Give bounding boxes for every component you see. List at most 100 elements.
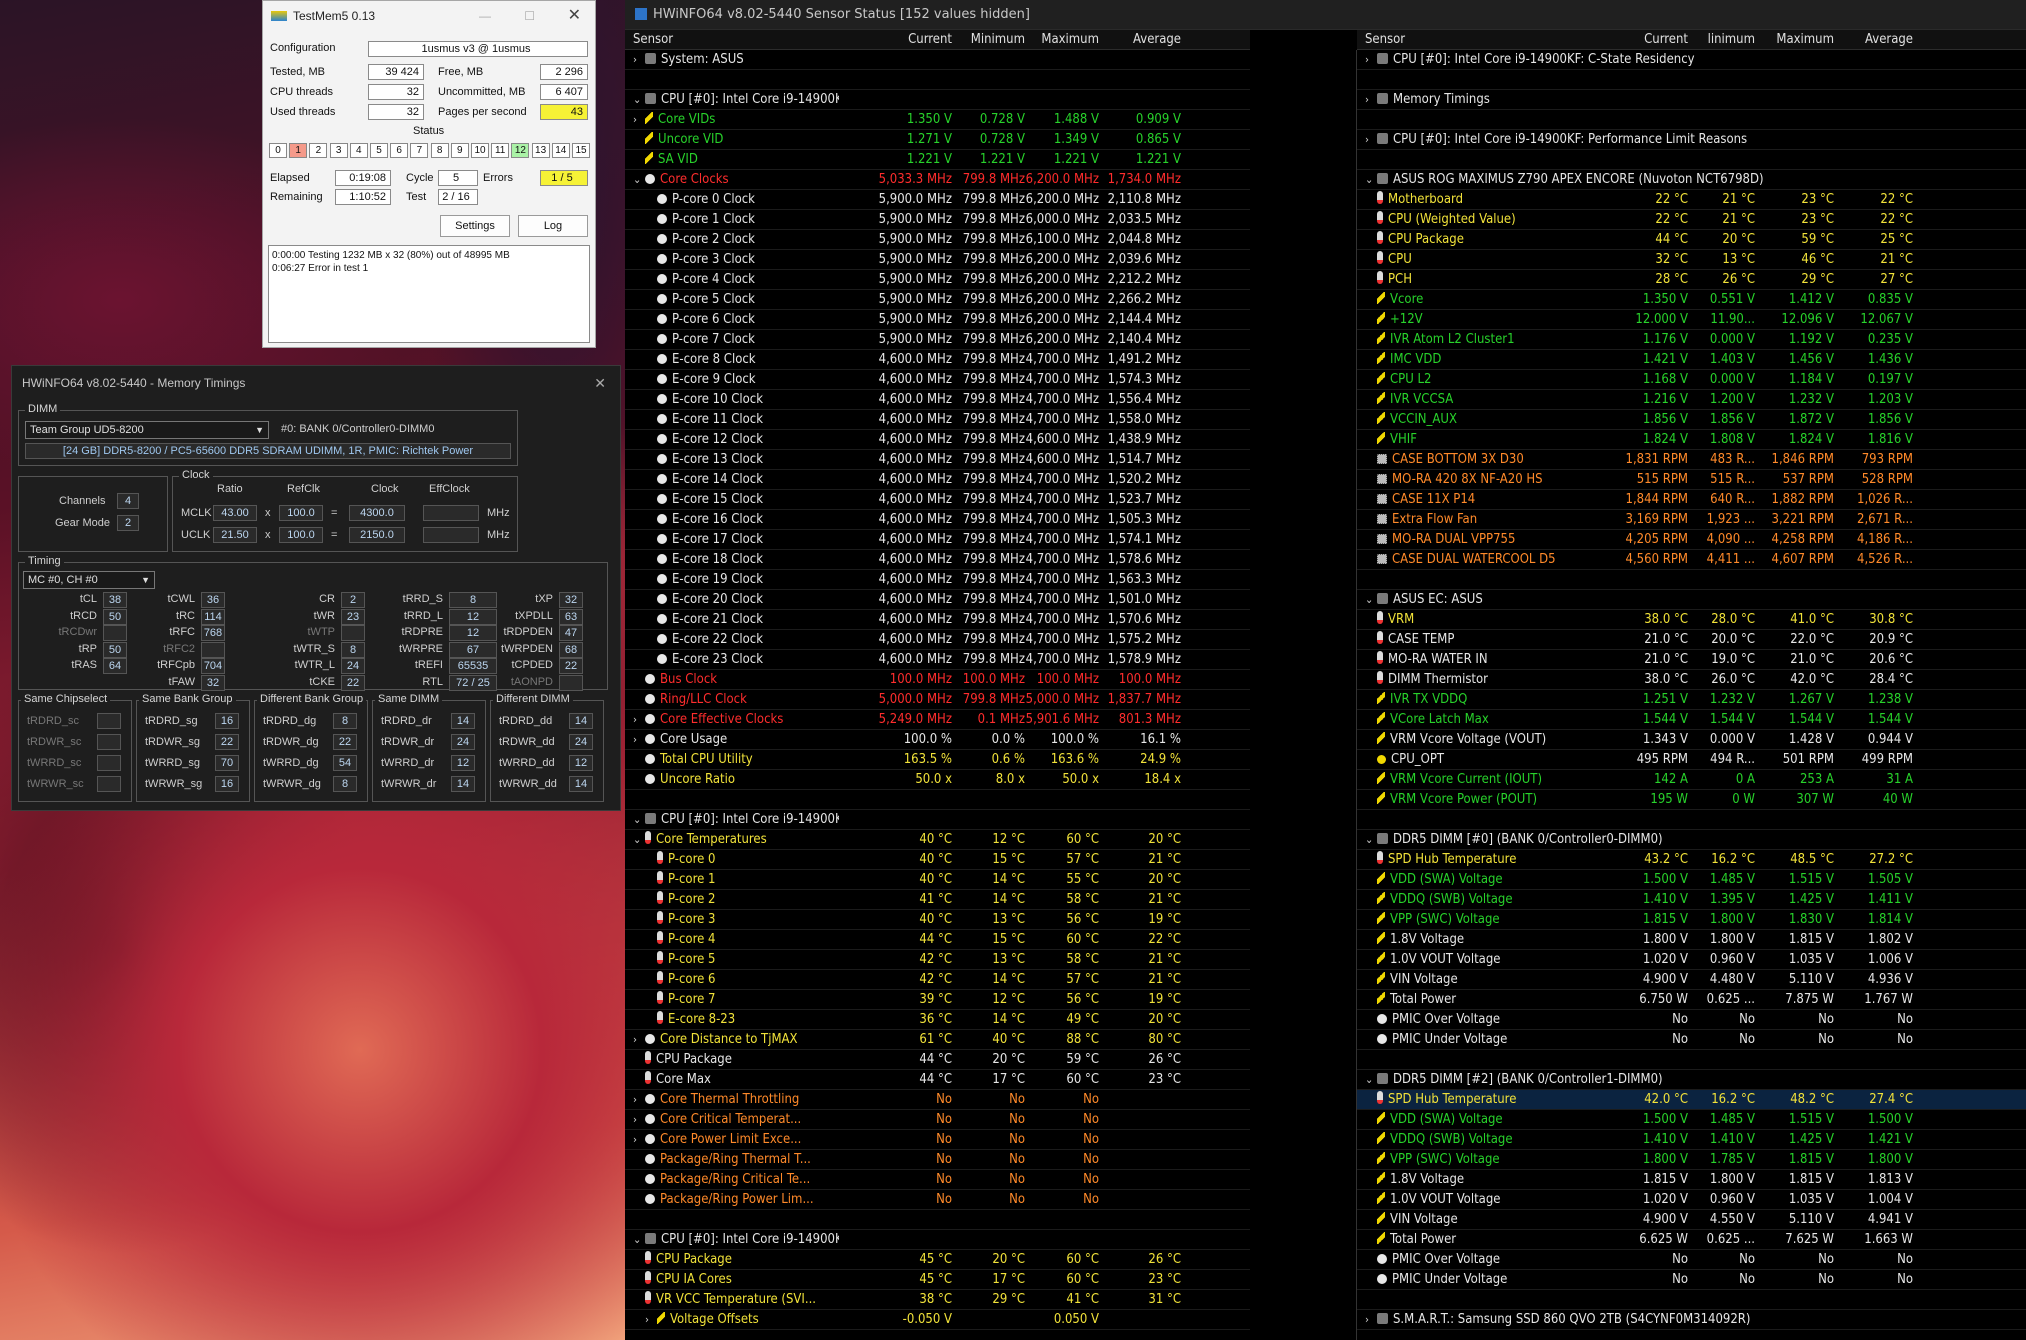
- sensor-section[interactable]: ⌄ CPU [#0]: Intel Core i9-14900KF: DTS: [625, 810, 1250, 830]
- sensor-row[interactable]: +12V 12.000 V 11.90... 12.096 V 12.067 V: [1357, 310, 2026, 330]
- expand-arrow-icon[interactable]: ›: [633, 1110, 645, 1130]
- settings-button[interactable]: Settings: [440, 215, 510, 237]
- expand-arrow-icon[interactable]: ›: [645, 1310, 657, 1330]
- sensor-section[interactable]: ⌄ CPU [#0]: Intel Core i9-14900KF: [625, 90, 1250, 110]
- sensor-row[interactable]: P-core 6 42 °C 14 °C 57 °C 21 °C: [625, 970, 1250, 990]
- sensor-row[interactable]: 1.8V Voltage 1.800 V 1.800 V 1.815 V 1.802 V: [1357, 930, 2026, 950]
- sensor-row[interactable]: Ring/LLC Clock 5,000.0 MHz 799.8 MHz 5,000.…: [625, 690, 1250, 710]
- sensor-row[interactable]: IVR VCCSA 1.216 V 1.200 V 1.232 V 1.203 V: [1357, 390, 2026, 410]
- sensor-row[interactable]: Bus Clock 100.0 MHz 100.0 MHz 100.0 MHz 100.…: [625, 670, 1250, 690]
- sensor-row[interactable]: CPU_OPT 495 RPM 494 R... 501 RPM 499 RPM: [1357, 750, 2026, 770]
- sensor-section[interactable]: › S.M.A.R.T.: Samsung SSD 860 QVO 2TB (S4…: [1357, 1310, 2026, 1330]
- sensor-section[interactable]: ⌄ CPU [#0]: Intel Core i9-14900KF: Enhanc…: [625, 1230, 1250, 1250]
- sensor-row[interactable]: CPU 32 °C 13 °C 46 °C 21 °C: [1357, 250, 2026, 270]
- sensor-section[interactable]: ⌄ ASUS EC: ASUS: [1357, 590, 2026, 610]
- sensor-row[interactable]: CPU IA Cores 45 °C 17 °C 60 °C 23 °C: [625, 1270, 1250, 1290]
- log-button[interactable]: Log: [518, 215, 588, 237]
- sensor-row[interactable]: P-core 1 40 °C 14 °C 55 °C 20 °C: [625, 870, 1250, 890]
- column-header-2[interactable]: linimum: [1665, 30, 1755, 50]
- sensor-section[interactable]: ⌄ DDR5 DIMM [#2] (BANK 0/Controller1-DIMM…: [1357, 1070, 2026, 1090]
- sensor-row[interactable]: E-core 11 Clock 4,600.0 MHz 799.8 MHz 4,700…: [625, 410, 1250, 430]
- sensor-row[interactable]: VDDQ (SWB) Voltage 1.410 V 1.410 V 1.425 V1…: [1357, 1130, 2026, 1150]
- column-header-0[interactable]: Sensor: [633, 30, 673, 50]
- close-icon[interactable]: ✕: [568, 1, 581, 31]
- sensor-row[interactable]: P-core 3 Clock 5,900.0 MHz 799.8 MHz 6,200.…: [625, 250, 1250, 270]
- sensor-row[interactable]: E-core 8-23 36 °C 14 °C 49 °C 20 °C: [625, 1010, 1250, 1030]
- sensor-row[interactable]: VPP (SWC) Voltage 1.815 V 1.800 V 1.830 V 1.…: [1357, 910, 2026, 930]
- sensor-row[interactable]: › Core Distance to TjMAX 61 °C 40 °C 88 °C 80…: [625, 1030, 1250, 1050]
- sensor-row[interactable]: E-core 19 Clock 4,600.0 MHz 799.8 MHz 4,700…: [625, 570, 1250, 590]
- sensor-row[interactable]: VIN Voltage 4.900 V 4.480 V 5.110 V 4.936 V: [1357, 970, 2026, 990]
- sensor-row[interactable]: MO-RA 420 8X NF-A20 HS 515 RPM 515 R... 537…: [1357, 470, 2026, 490]
- expand-arrow-icon[interactable]: ›: [633, 110, 645, 130]
- testmem-titlebar[interactable]: TestMem5 0.13 — ☐ ✕: [263, 1, 595, 31]
- sensor-row[interactable]: P-core 0 40 °C 15 °C 57 °C 21 °C: [625, 850, 1250, 870]
- sensor-row[interactable]: PMIC Under Voltage No No No No: [1357, 1270, 2026, 1290]
- sensor-row[interactable]: VRM Vcore Power (POUT) 195 W0 W 307 W 40 W: [1357, 790, 2026, 810]
- sensor-row[interactable]: CASE BOTTOM 3X D30 1,831 RPM 483 R... 1,846…: [1357, 450, 2026, 470]
- sensor-row[interactable]: Uncore Ratio 50.0 x 8.0 x 50.0 x 18.4 x: [625, 770, 1250, 790]
- sensor-row[interactable]: IVR Atom L2 Cluster1 1.176 V 0.000 V 1.192 …: [1357, 330, 2026, 350]
- sensor-row[interactable]: PMIC Under Voltage No No No No: [1357, 1030, 2026, 1050]
- column-header-3[interactable]: Maximum: [1744, 30, 1834, 50]
- minimize-icon[interactable]: —: [479, 1, 491, 31]
- sensor-row[interactable]: E-core 9 Clock 4,600.0 MHz 799.8 MHz 4,700.…: [625, 370, 1250, 390]
- sensor-row[interactable]: IVR TX VDDQ 1.251 V 1.232 V 1.267 V 1.238 V: [1357, 690, 2026, 710]
- sensor-row[interactable]: Total Power 6.625 W 0.625 ... 7.625 W 1.663 …: [1357, 1230, 2026, 1250]
- sensor-row[interactable]: CASE DUAL WATERCOOL D5 4,560 RPM 4,411 ...…: [1357, 550, 2026, 570]
- sensor-section[interactable]: › CPU [#0]: Intel Core i9-14900KF: C-Stat…: [1357, 50, 2026, 70]
- column-header-4[interactable]: Average: [1081, 30, 1181, 50]
- collapse-arrow-icon[interactable]: ⌄: [1365, 170, 1377, 190]
- sensor-row[interactable]: VCCIN_AUX 1.856 V 1.856 V 1.872 V 1.856 V: [1357, 410, 2026, 430]
- sensor-row[interactable]: CPU L2 1.168 V 0.000 V 1.184 V 0.197 V: [1357, 370, 2026, 390]
- sensor-row[interactable]: P-core 6 Clock 5,900.0 MHz 799.8 MHz 6,200.…: [625, 310, 1250, 330]
- sensor-row[interactable]: SA VID 1.221 V 1.221 V 1.221 V 1.221 V: [625, 150, 1250, 170]
- sensor-section[interactable]: ⌄ DDR5 DIMM [#0] (BANK 0/Controller0-DIMM…: [1357, 830, 2026, 850]
- sensor-row[interactable]: › Voltage Offsets -0.050 V 0.050 V: [625, 1310, 1250, 1330]
- sensor-section[interactable]: › CPU [#0]: Intel Core i9-14900KF: Perfor…: [1357, 130, 2026, 150]
- expand-arrow-icon[interactable]: ›: [633, 730, 645, 750]
- sensor-row[interactable]: VPP (SWC) Voltage 1.800 V 1.785 V 1.815 V 1.…: [1357, 1150, 2026, 1170]
- sensor-row[interactable]: › Core Thermal Throttling No No No: [625, 1090, 1250, 1110]
- sensor-row[interactable]: VRM 38.0 °C 28.0 °C 41.0 °C 30.8 °C: [1357, 610, 2026, 630]
- expand-arrow-icon[interactable]: ›: [1365, 90, 1377, 110]
- collapse-arrow-icon[interactable]: ⌄: [633, 810, 645, 830]
- expand-arrow-icon[interactable]: ›: [633, 50, 645, 70]
- sensor-row[interactable]: VR VCC Temperature (SVI... 38 °C 29 °C 41 °…: [625, 1290, 1250, 1310]
- expand-arrow-icon[interactable]: ›: [633, 710, 645, 730]
- sensor-panel-left[interactable]: Sensor Current Minimum Maximum Average › Syste…: [625, 30, 1250, 1340]
- expand-arrow-icon[interactable]: ›: [1365, 1310, 1377, 1330]
- sensor-row[interactable]: PMIC Over Voltage No No No No: [1357, 1250, 2026, 1270]
- sensor-row[interactable]: P-core 5 42 °C 13 °C 58 °C 21 °C: [625, 950, 1250, 970]
- sensor-row[interactable]: › Core Power Limit Exce... No No No: [625, 1130, 1250, 1150]
- maximize-icon[interactable]: ☐: [524, 1, 535, 31]
- expand-arrow-icon[interactable]: ›: [633, 1130, 645, 1150]
- sensor-row[interactable]: Motherboard 22 °C 21 °C 23 °C 22 °C: [1357, 190, 2026, 210]
- sensor-row[interactable]: P-core 0 Clock 5,900.0 MHz 799.8 MHz 6,200.…: [625, 190, 1250, 210]
- sensor-row[interactable]: P-core 2 Clock 5,900.0 MHz 799.8 MHz 6,100.…: [625, 230, 1250, 250]
- sensor-row[interactable]: P-core 1 Clock 5,900.0 MHz 799.8 MHz 6,000.…: [625, 210, 1250, 230]
- log-output[interactable]: 0:00:00 Testing 1232 MB x 32 (80%) out o…: [268, 245, 590, 343]
- sensor-row[interactable]: CPU Package 44 °C 20 °C 59 °C 25 °C: [1357, 230, 2026, 250]
- hwinfo-titlebar[interactable]: HWiNFO64 v8.02-5440 Sensor Status [152 v…: [625, 0, 2026, 30]
- collapse-arrow-icon[interactable]: ⌄: [1365, 590, 1377, 610]
- sensor-row[interactable]: P-core 7 39 °C 12 °C 56 °C 19 °C: [625, 990, 1250, 1010]
- sensor-row[interactable]: › Core Usage 100.0 % 0.0 % 100.0 % 16.1 %: [625, 730, 1250, 750]
- collapse-arrow-icon[interactable]: ⌄: [633, 90, 645, 110]
- sensor-row[interactable]: E-core 23 Clock 4,600.0 MHz 799.8 MHz 4,700…: [625, 650, 1250, 670]
- sensor-row[interactable]: › Core Effective Clocks 5,249.0 MHz 0.1 MHz…: [625, 710, 1250, 730]
- sensor-row[interactable]: E-core 14 Clock 4,600.0 MHz 799.8 MHz 4,700…: [625, 470, 1250, 490]
- sensor-row[interactable]: DIMM Thermistor 38.0 °C 26.0 °C 42.0 °C 28.4…: [1357, 670, 2026, 690]
- sensor-section[interactable]: › Memory Timings: [1357, 90, 2026, 110]
- sensor-row[interactable]: VDD (SWA) Voltage 1.500 V 1.485 V 1.515 V 1.…: [1357, 1110, 2026, 1130]
- collapse-arrow-icon[interactable]: ⌄: [633, 170, 645, 190]
- column-header-4[interactable]: Average: [1823, 30, 1913, 50]
- dimm-select[interactable]: Team Group UD5-8200 ▼: [25, 421, 269, 439]
- sensor-row[interactable]: VIN Voltage 4.900 V 4.550 V 5.110 V 4.941 V: [1357, 1210, 2026, 1230]
- sensor-section[interactable]: › System: ASUS: [625, 50, 1250, 70]
- sensor-row[interactable]: Package/Ring Critical Te... No No No: [625, 1170, 1250, 1190]
- sensor-row[interactable]: E-core 21 Clock 4,600.0 MHz 799.8 MHz 4,700…: [625, 610, 1250, 630]
- sensor-row[interactable]: P-core 7 Clock 5,900.0 MHz 799.8 MHz 6,200.…: [625, 330, 1250, 350]
- sensor-row[interactable]: CPU Package 44 °C 20 °C 59 °C 26 °C: [625, 1050, 1250, 1070]
- memory-timings-titlebar[interactable]: HWiNFO64 v8.02-5440 - Memory Timings ✕: [12, 366, 620, 400]
